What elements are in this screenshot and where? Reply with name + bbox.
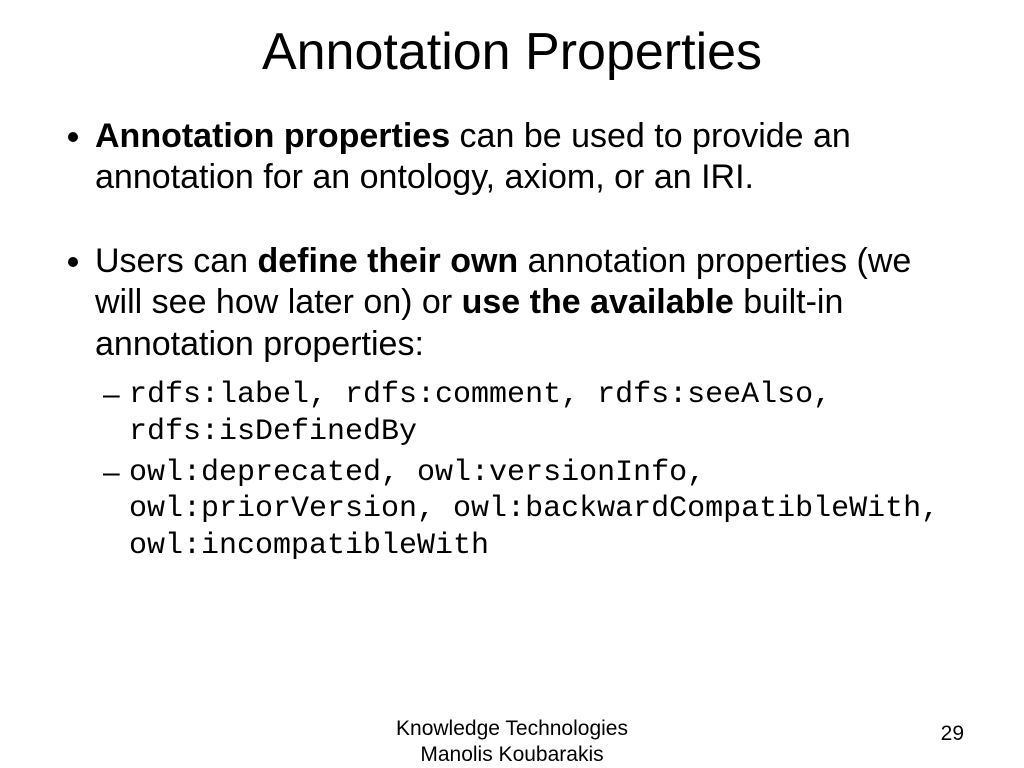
footer-line-2: Manolis Koubarakis — [0, 742, 1024, 768]
page-number: 29 — [941, 722, 964, 746]
bullet-item: Annotation properties can be used to pro… — [95, 116, 954, 199]
sub-bullet-list: rdfs:label, rdfs:comment, rdfs:seeAlso, … — [95, 377, 954, 564]
sub-bullet-item: rdfs:label, rdfs:comment, rdfs:seeAlso, … — [129, 377, 954, 450]
bullet-item: Users can define their own annotation pr… — [95, 241, 954, 564]
slide-title: Annotation Properties — [0, 22, 1024, 82]
footer-line-1: Knowledge Technologies — [0, 716, 1024, 742]
sub-bullet-item: owl:deprecated, owl:versionInfo, owl:pri… — [129, 455, 954, 565]
slide-footer: Knowledge Technologies Manolis Koubaraki… — [0, 716, 1024, 768]
bullet-text: Annotation properties can be used to pro… — [95, 117, 851, 196]
slide: Annotation Properties Annotation propert… — [0, 22, 1024, 768]
bullet-text: Users can define their own annotation pr… — [95, 242, 911, 363]
bullet-list: Annotation properties can be used to pro… — [95, 116, 954, 564]
